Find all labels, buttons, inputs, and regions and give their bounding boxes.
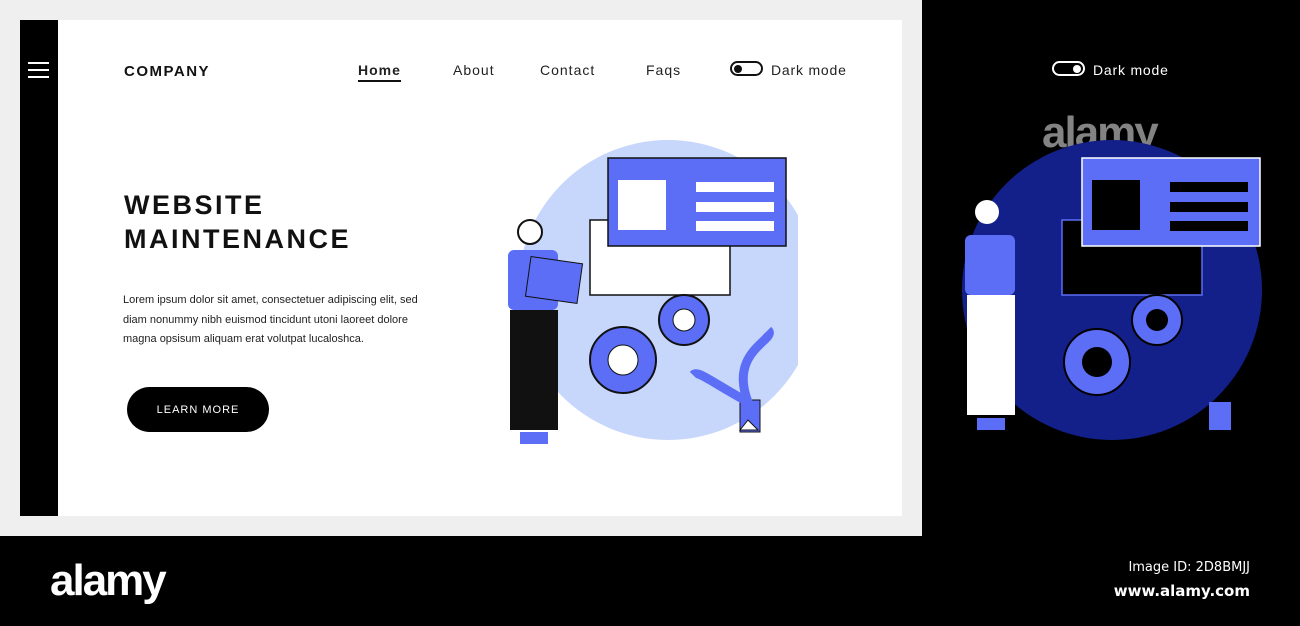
dark-mode-toggle-dark[interactable] <box>1052 61 1085 76</box>
landing-card: COMPANY Home About Contact Faqs Dark mod… <box>58 20 902 516</box>
nav-home[interactable]: Home <box>358 62 401 82</box>
dark-mode-label: Dark mode <box>771 62 847 78</box>
image-id: Image ID: 2D8BMJJ <box>1128 560 1250 575</box>
hero-description: Lorem ipsum dolor sit amet, consectetuer… <box>123 294 418 345</box>
alamy-logo: alamy <box>50 556 167 605</box>
maintenance-illustration-dark <box>962 140 1262 440</box>
nav-faqs[interactable]: Faqs <box>646 62 681 78</box>
maintenance-illustration <box>508 140 798 444</box>
sidebar <box>20 20 58 516</box>
hamburger-menu-icon[interactable] <box>28 62 49 78</box>
page-title: WEBSITE MAINTENANCE <box>124 190 351 254</box>
nav-about[interactable]: About <box>453 62 495 78</box>
dark-mode-toggle[interactable] <box>730 61 763 76</box>
learn-more-button[interactable]: LEARN MORE <box>127 387 269 432</box>
dark-mode-preview: Dark mode alamy <box>922 0 1300 536</box>
company-logo: COMPANY <box>124 63 211 80</box>
site-url: www.alamy.com <box>1113 582 1250 600</box>
footer-bar: alamy Image ID: 2D8BMJJ www.alamy.com <box>0 536 1300 626</box>
nav-contact[interactable]: Contact <box>540 62 595 78</box>
dark-mode-label-dark: Dark mode <box>1093 62 1169 78</box>
